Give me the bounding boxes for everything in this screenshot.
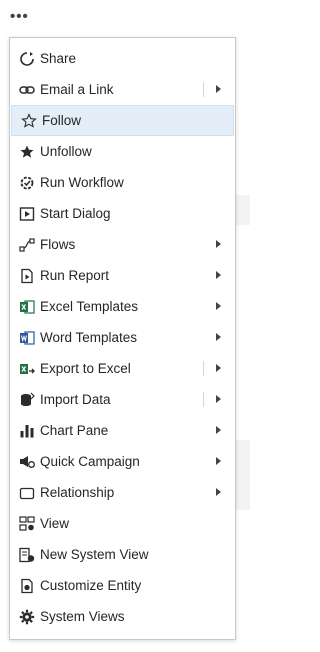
menu-item-export-to-excel[interactable]: Export to Excel bbox=[10, 353, 235, 384]
campaign-icon bbox=[19, 454, 35, 470]
menu-item-new-system-view[interactable]: New System View bbox=[10, 539, 235, 570]
background-panel bbox=[236, 195, 250, 225]
chevron-right-icon[interactable] bbox=[216, 302, 221, 310]
new-view-icon bbox=[19, 547, 35, 563]
menu-item-label: Follow bbox=[42, 113, 82, 128]
menu-item-label: Start Dialog bbox=[40, 206, 111, 221]
import-data-icon bbox=[19, 392, 35, 408]
view-icon bbox=[19, 515, 35, 532]
menu-item-unfollow[interactable]: Unfollow bbox=[10, 136, 235, 167]
menu-item-follow[interactable]: Follow bbox=[11, 105, 234, 136]
chevron-right-icon[interactable] bbox=[216, 457, 221, 465]
overflow-menu: Share Email a Link Follow Unfollow Run Workf… bbox=[9, 37, 236, 640]
menu-item-label: Flows bbox=[40, 237, 76, 252]
link-icon bbox=[19, 82, 35, 98]
chevron-right-icon[interactable] bbox=[216, 426, 221, 434]
chevron-right-icon[interactable] bbox=[216, 333, 221, 341]
split-divider bbox=[203, 82, 204, 97]
menu-item-label: Word Templates bbox=[40, 330, 138, 345]
chevron-right-icon[interactable] bbox=[216, 395, 221, 403]
menu-item-label: Customize Entity bbox=[40, 578, 142, 593]
menu-item-run-report[interactable]: Run Report bbox=[10, 260, 235, 291]
split-divider bbox=[203, 361, 204, 376]
chart-icon bbox=[19, 423, 35, 439]
customize-icon bbox=[19, 578, 35, 594]
menu-item-label: Relationship bbox=[40, 485, 115, 500]
menu-item-label: New System View bbox=[40, 547, 149, 562]
menu-item-label: Export to Excel bbox=[40, 361, 131, 376]
command-bar: ••• bbox=[0, 0, 250, 34]
menu-item-run-workflow[interactable]: Run Workflow bbox=[10, 167, 235, 198]
menu-item-flows[interactable]: Flows bbox=[10, 229, 235, 260]
menu-item-excel-templates[interactable]: Excel Templates bbox=[10, 291, 235, 322]
word-icon bbox=[19, 330, 35, 346]
menu-item-quick-campaign[interactable]: Quick Campaign bbox=[10, 446, 235, 477]
menu-item-label: Share bbox=[40, 51, 77, 66]
export-excel-icon bbox=[19, 361, 35, 377]
chevron-right-icon[interactable] bbox=[216, 240, 221, 248]
menu-item-label: Run Report bbox=[40, 268, 110, 283]
menu-item-view[interactable]: View bbox=[10, 508, 235, 539]
menu-item-customize-entity[interactable]: Customize Entity bbox=[10, 570, 235, 601]
workflow-icon bbox=[19, 175, 35, 191]
report-icon bbox=[19, 268, 35, 284]
menu-item-label: Email a Link bbox=[40, 82, 114, 97]
menu-item-label: View bbox=[40, 516, 70, 531]
menu-item-email-a-link[interactable]: Email a Link bbox=[10, 74, 235, 105]
more-commands-button[interactable]: ••• bbox=[10, 7, 42, 29]
menu-item-relationship[interactable]: Relationship bbox=[10, 477, 235, 508]
flows-icon bbox=[19, 237, 35, 253]
star-outline-icon bbox=[21, 112, 37, 129]
chevron-right-icon[interactable] bbox=[216, 364, 221, 372]
menu-item-word-templates[interactable]: Word Templates bbox=[10, 322, 235, 353]
menu-item-start-dialog[interactable]: Start Dialog bbox=[10, 198, 235, 229]
gear-icon bbox=[19, 609, 35, 625]
menu-item-label: Run Workflow bbox=[40, 175, 124, 190]
star-filled-icon bbox=[19, 144, 35, 160]
relationship-icon bbox=[19, 485, 35, 501]
chevron-right-icon[interactable] bbox=[216, 488, 221, 496]
excel-icon bbox=[19, 299, 35, 315]
menu-item-import-data[interactable]: Import Data bbox=[10, 384, 235, 415]
menu-item-label: Quick Campaign bbox=[40, 454, 140, 469]
menu-item-share[interactable]: Share bbox=[10, 43, 235, 74]
chevron-right-icon[interactable] bbox=[216, 85, 221, 93]
background-panel bbox=[236, 440, 250, 510]
menu-item-label: Excel Templates bbox=[40, 299, 139, 314]
dialog-icon bbox=[19, 206, 35, 222]
split-divider bbox=[203, 392, 204, 407]
chevron-right-icon[interactable] bbox=[216, 271, 221, 279]
share-icon bbox=[19, 51, 35, 67]
menu-item-label: Unfollow bbox=[40, 144, 92, 159]
menu-item-label: Chart Pane bbox=[40, 423, 109, 438]
menu-item-label: System Views bbox=[40, 609, 125, 624]
menu-item-chart-pane[interactable]: Chart Pane bbox=[10, 415, 235, 446]
menu-item-label: Import Data bbox=[40, 392, 111, 407]
menu-item-system-views[interactable]: System Views bbox=[10, 601, 235, 632]
